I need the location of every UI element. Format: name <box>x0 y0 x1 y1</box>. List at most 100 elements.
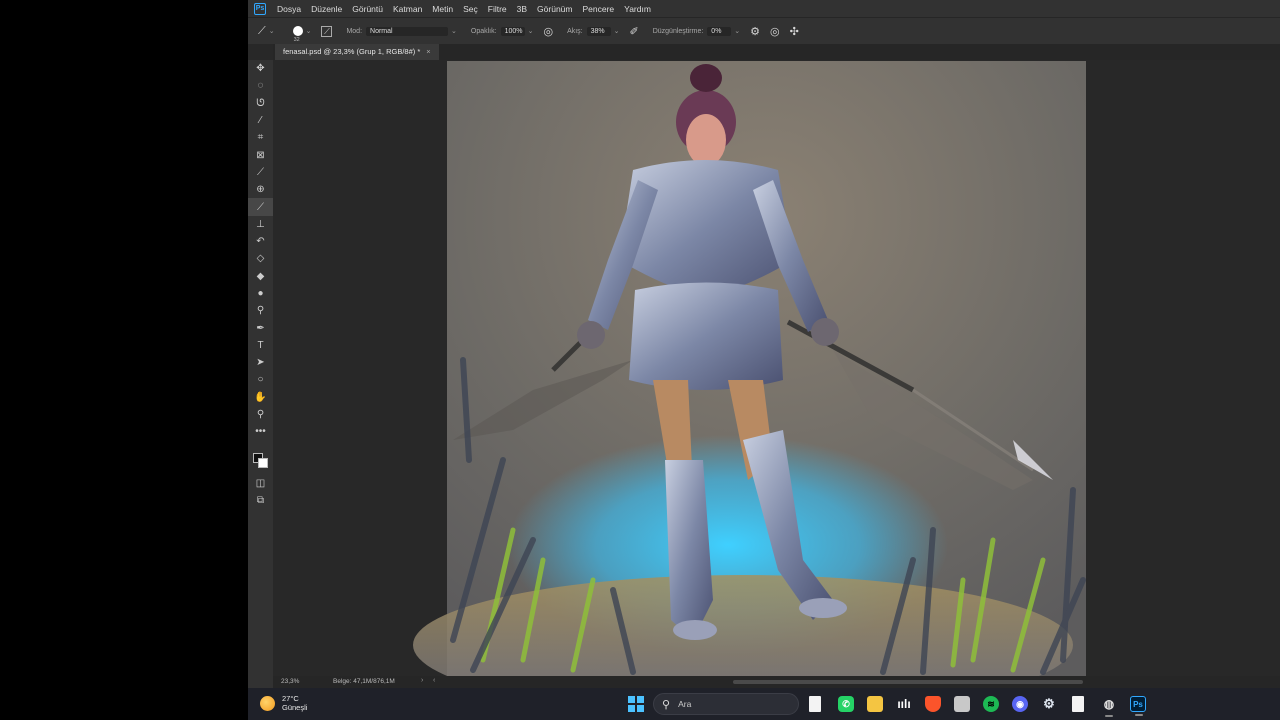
menu-window[interactable]: Pencere <box>577 4 619 14</box>
sun-icon <box>260 695 275 711</box>
chevron-left-icon[interactable]: ‹ <box>433 677 435 684</box>
menu-select[interactable]: Seç <box>458 4 483 14</box>
pressure-opacity-icon[interactable]: ◎ <box>543 25 553 38</box>
chevron-right-icon[interactable]: › <box>421 677 423 684</box>
menubar: Ps Dosya Düzenle Görüntü Katman Metin Se… <box>248 0 1280 17</box>
menu-type[interactable]: Metin <box>427 4 458 14</box>
opacity-label: Opaklık: <box>470 27 497 35</box>
brush-settings-icon[interactable]: ⟋ <box>321 25 333 37</box>
document-tab[interactable]: fenasal.psd @ 23,3% (Grup 1, RGB/8#) * × <box>275 44 439 60</box>
color-swatches[interactable] <box>248 445 273 475</box>
menu-file[interactable]: Dosya <box>272 4 306 14</box>
crop-icon[interactable]: ⌗ <box>248 129 273 146</box>
move-tool-icon[interactable]: ✥ <box>248 60 273 77</box>
search-placeholder: Ara <box>678 699 692 709</box>
clone-stamp-icon[interactable]: ⊥ <box>248 216 273 233</box>
document-tab-title: fenasal.psd @ 23,3% (Grup 1, RGB/8#) * <box>283 47 421 56</box>
mode-select[interactable]: Normal <box>366 26 449 36</box>
mode-label: Mod: <box>346 27 363 35</box>
eraser-icon[interactable]: ◇ <box>248 250 273 267</box>
path-selection-icon[interactable]: ➤ <box>248 354 273 371</box>
healing-brush-icon[interactable]: ⊕ <box>248 181 273 198</box>
menu-image[interactable]: Görüntü <box>347 4 388 14</box>
windows-taskbar: 27°C Güneşli ⚲ Ara ✆ ıılı ≋ ◉ ⚙ ◍ Ps <box>248 688 1280 720</box>
eyedropper-icon[interactable]: ⟋ <box>248 164 273 181</box>
gear-icon[interactable]: ⚙ <box>750 25 760 38</box>
hand-icon[interactable]: ✋ <box>248 389 273 406</box>
more-tools-icon[interactable]: ••• <box>248 423 273 440</box>
menu-filter[interactable]: Filtre <box>483 4 512 14</box>
type-icon[interactable]: T <box>248 337 273 354</box>
chevron-down-icon[interactable]: ⌄ <box>614 27 620 35</box>
quick-mask-icon[interactable]: ◫ <box>248 475 273 492</box>
pressure-size-icon[interactable]: ◎ <box>770 25 780 38</box>
file-icon[interactable] <box>809 696 821 712</box>
taskbar-search[interactable]: ⚲ Ara <box>653 693 799 715</box>
magic-wand-icon[interactable]: ⁄ <box>248 112 273 129</box>
zoom-level[interactable]: 23,3% <box>281 678 299 685</box>
spotify-icon[interactable]: ≋ <box>983 696 999 712</box>
horizontal-scrollbar[interactable] <box>733 680 1083 684</box>
photoshop-taskbar-icon[interactable]: Ps <box>1130 696 1146 716</box>
weather-widget[interactable]: 27°C Güneşli <box>260 694 307 712</box>
status-bar: 23,3% Belge: 47,1M/876,1M › ‹ <box>273 676 1280 688</box>
zoom-icon[interactable]: ⚲ <box>248 406 273 423</box>
chevron-down-icon[interactable]: ⌄ <box>306 27 312 35</box>
screen-mode-icon[interactable]: ⧉ <box>248 492 273 509</box>
history-brush-icon[interactable]: ↶ <box>248 233 273 250</box>
artwork-canvas[interactable] <box>273 60 1280 676</box>
menu-edit[interactable]: Düzenle <box>306 4 347 14</box>
symmetry-icon[interactable]: ✣ <box>790 25 799 38</box>
discord-icon[interactable]: ◉ <box>1012 696 1028 712</box>
obs-icon[interactable]: ◍ <box>1101 696 1117 717</box>
document-icon[interactable] <box>1072 696 1084 712</box>
canvas-area[interactable] <box>273 60 1280 676</box>
brush-size-picker[interactable]: 32 <box>292 26 303 43</box>
lasso-icon[interactable]: ᘎ <box>248 95 273 112</box>
close-icon[interactable]: × <box>426 47 430 56</box>
file-explorer-icon[interactable] <box>867 696 883 712</box>
weather-text: 27°C Güneşli <box>282 694 307 712</box>
dodge-icon[interactable]: ⚲ <box>248 302 273 319</box>
ellipse-tool-icon[interactable]: ○ <box>248 371 273 388</box>
flow-label: Akış: <box>567 27 583 35</box>
weather-desc: Güneşli <box>282 703 308 712</box>
menu-help[interactable]: Yardım <box>619 4 656 14</box>
document-info[interactable]: Belge: 47,1M/876,1M <box>333 678 395 685</box>
search-icon: ⚲ <box>662 698 671 711</box>
pen-icon[interactable]: ✒ <box>248 319 273 336</box>
menu-layer[interactable]: Katman <box>388 4 427 14</box>
options-bar: ⟋ ⌄ 32 ⌄ ⟋ Mod: Normal ⌄ Opaklık: 100% ⌄… <box>248 17 1280 44</box>
brush-size-value: 32 <box>293 37 300 43</box>
document-tab-bar: fenasal.psd @ 23,3% (Grup 1, RGB/8#) * × <box>273 44 1280 60</box>
flow-field[interactable]: 38% <box>586 26 611 36</box>
weather-temp: 27°C <box>282 694 299 703</box>
painting <box>413 61 1086 676</box>
steam-icon[interactable]: ⚙ <box>1041 696 1057 712</box>
audio-app-icon[interactable]: ıılı <box>896 696 912 712</box>
opacity-field[interactable]: 100% <box>500 26 525 36</box>
whatsapp-icon[interactable]: ✆ <box>838 696 854 712</box>
elliptical-marquee-icon[interactable]: ◌ <box>248 77 273 94</box>
chevron-down-icon[interactable]: ⌄ <box>528 27 534 35</box>
brave-browser-icon[interactable] <box>925 696 941 712</box>
smoothing-field[interactable]: 0% <box>707 26 732 36</box>
windows-start-icon[interactable] <box>628 696 644 712</box>
paint-bucket-icon[interactable]: ◆ <box>248 268 273 285</box>
smoothing-label: Düzgünleştirme: <box>652 27 704 35</box>
brush-preset-icon[interactable]: ⟋ <box>258 25 266 38</box>
menu-view[interactable]: Görünüm <box>532 4 577 14</box>
photoshop-logo-icon[interactable]: Ps <box>254 2 266 15</box>
background-color-swatch[interactable] <box>258 457 268 468</box>
blur-icon[interactable]: ● <box>248 285 273 302</box>
airbrush-icon[interactable]: ✐ <box>630 25 639 38</box>
frame-icon[interactable]: ⊠ <box>248 146 273 163</box>
brush-icon[interactable]: ⟋ <box>248 198 273 216</box>
menu-3d[interactable]: 3B <box>512 4 532 14</box>
window-app-icon[interactable] <box>954 696 970 712</box>
chevron-down-icon[interactable]: ⌄ <box>269 27 275 35</box>
chevron-down-icon[interactable]: ⌄ <box>734 27 740 35</box>
photoshop-window: Ps Dosya Düzenle Görüntü Katman Metin Se… <box>248 0 1280 688</box>
tools-panel: ✥ ◌ ᘎ ⁄ ⌗ ⊠ ⟋ ⊕ ⟋ ⊥ ↶ ◇ ◆ ● ⚲ ✒ T ➤ ○ ✋ ⚲ ••• ◫ ⧉ <box>248 60 273 688</box>
chevron-down-icon[interactable]: ⌄ <box>451 27 457 35</box>
